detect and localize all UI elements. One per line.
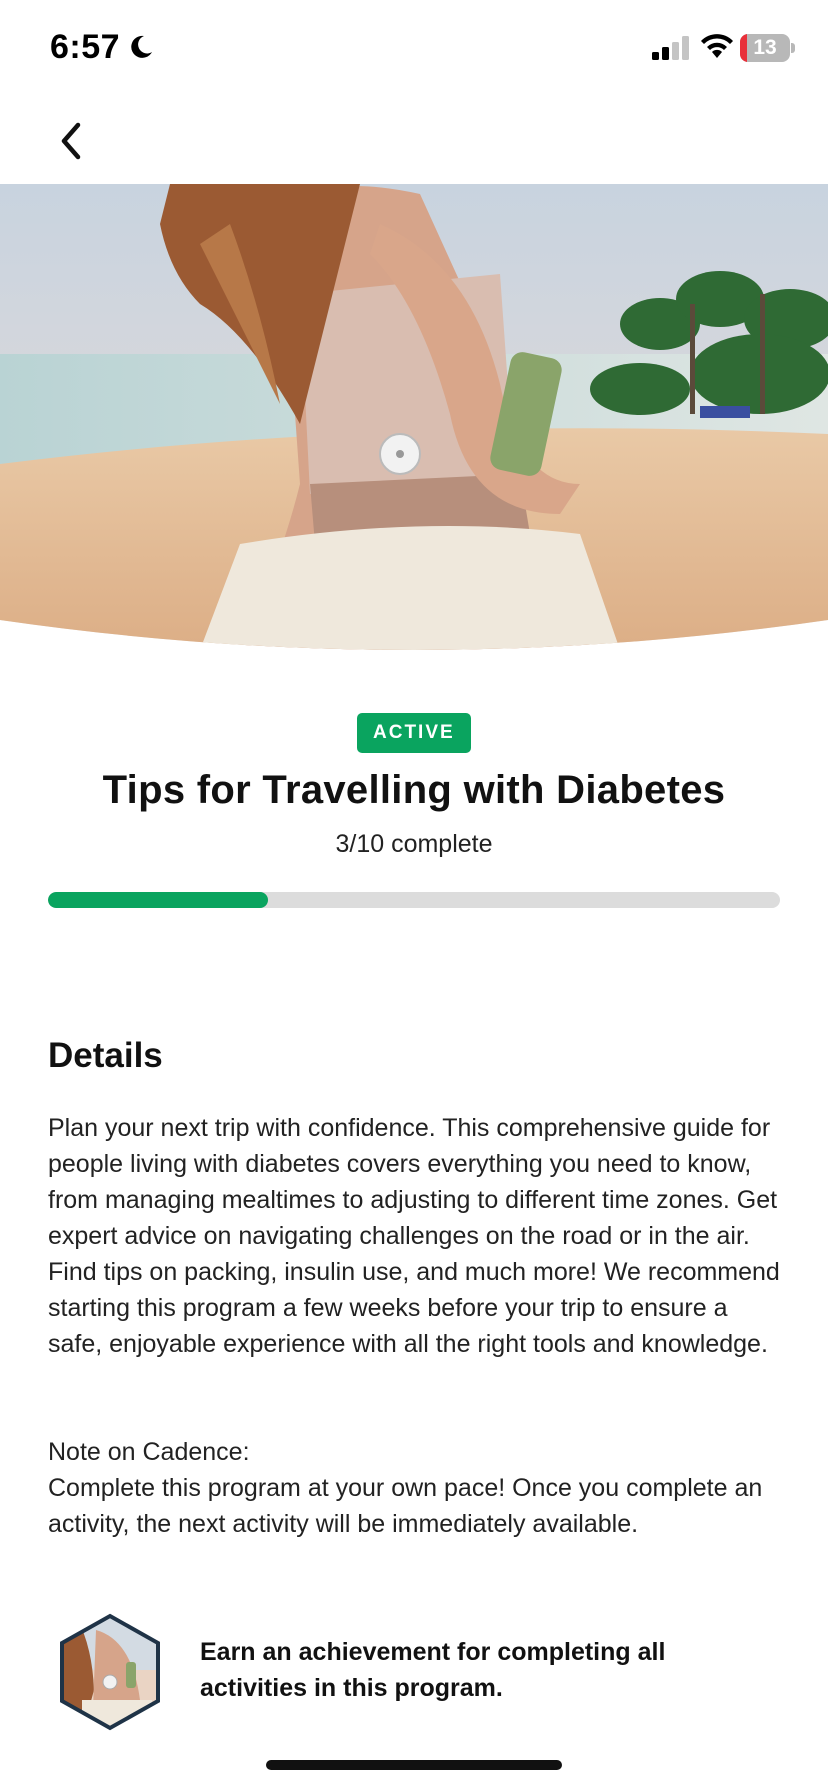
achievement-text: Earn an achievement for completing all a… bbox=[200, 1638, 666, 1702]
details-description: Plan your next trip with confidence. Thi… bbox=[48, 1114, 780, 1358]
program-title: Tips for Travelling with Diabetes bbox=[102, 768, 726, 812]
progress-text: 3/10 complete bbox=[335, 830, 493, 858]
battery-level: 13 bbox=[753, 36, 777, 59]
back-button[interactable] bbox=[44, 114, 98, 168]
wifi-icon bbox=[701, 34, 733, 58]
achievement-badge-icon bbox=[60, 1613, 160, 1731]
status-bar: 6:57 13 bbox=[0, 0, 828, 96]
moon-icon bbox=[131, 35, 152, 58]
battery-icon: 13 bbox=[740, 34, 795, 62]
progress-bar-fill bbox=[48, 892, 268, 908]
home-indicator[interactable] bbox=[266, 1760, 562, 1770]
cadence-note: Note on Cadence: Complete this program a… bbox=[48, 1434, 788, 1542]
status-badge: ACTIVE bbox=[357, 713, 471, 753]
progress-bar bbox=[48, 892, 780, 908]
details-heading: Details bbox=[48, 1036, 163, 1075]
achievement-card: Earn an achievement for completing all a… bbox=[48, 1600, 788, 1740]
status-time: 6:57 bbox=[50, 28, 121, 66]
cellular-signal-icon bbox=[652, 36, 689, 60]
hero-image bbox=[0, 184, 828, 650]
chevron-left-icon bbox=[61, 122, 81, 160]
cadence-note-title: Note on Cadence: bbox=[48, 1438, 250, 1466]
cadence-note-body: Complete this program at your own pace! … bbox=[48, 1474, 763, 1538]
